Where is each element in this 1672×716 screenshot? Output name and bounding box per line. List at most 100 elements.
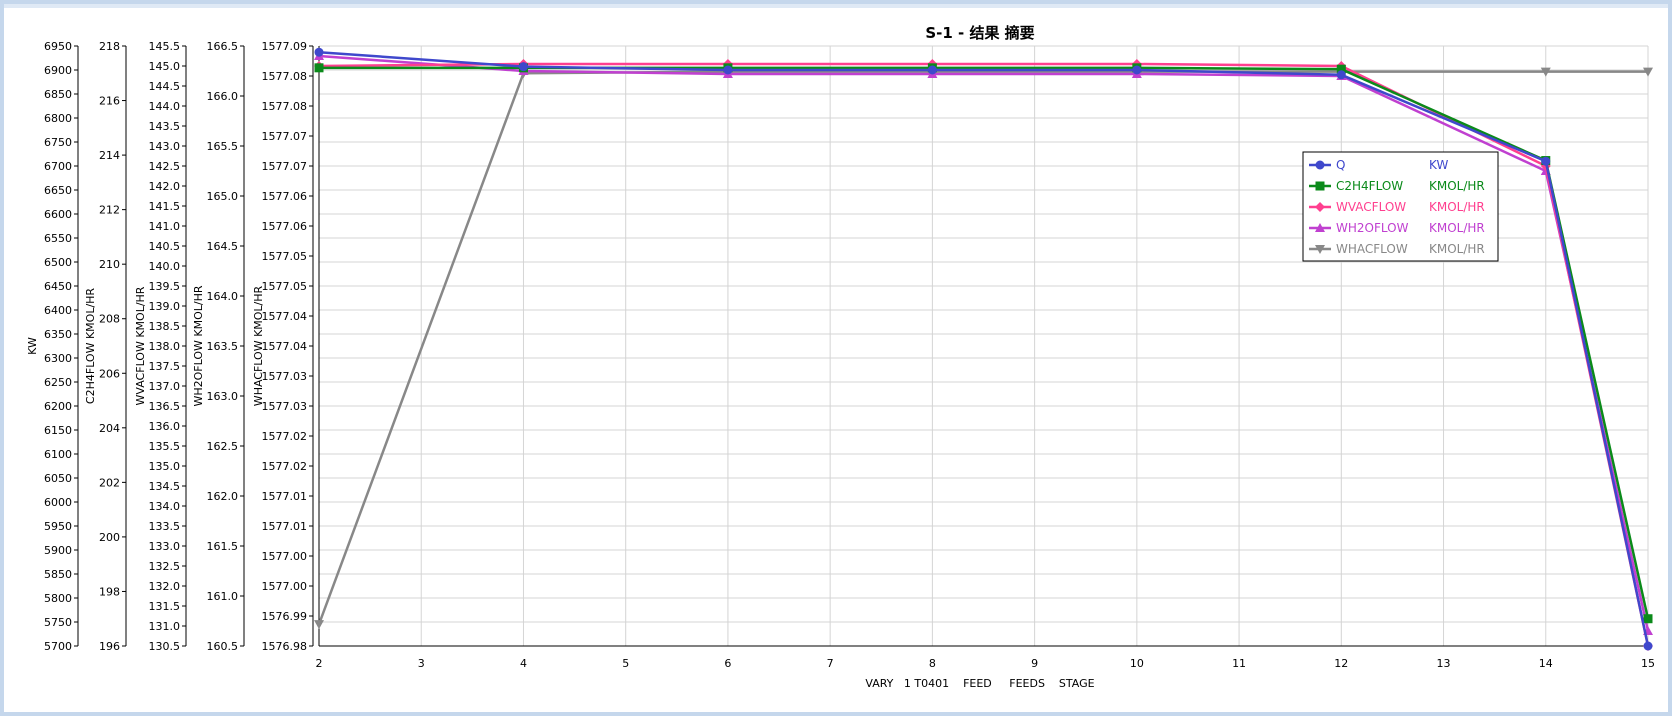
y-tick-label: 137.5 xyxy=(149,360,181,373)
y-tick-label: 1577.05 xyxy=(262,280,308,293)
y-tick-label: 196 xyxy=(99,640,120,653)
y-tick-label: 166.5 xyxy=(207,40,239,53)
y-tick-label: 6750 xyxy=(44,136,72,149)
y-tick-label: 1577.03 xyxy=(262,370,308,383)
data-point xyxy=(1336,70,1346,80)
legend-swatch-marker xyxy=(1315,181,1325,191)
series-line xyxy=(319,66,1650,619)
y-tick-label: 144.5 xyxy=(149,80,181,93)
data-point xyxy=(1643,641,1653,651)
y-tick-label: 6600 xyxy=(44,208,72,221)
legend-item: WH2OFLOW KMOL/HR xyxy=(1309,221,1485,235)
y-tick-label: 164.5 xyxy=(207,240,239,253)
y-tick-label: 1577.07 xyxy=(262,160,308,173)
y-tick-label: 162.0 xyxy=(207,490,239,503)
series-wvacflow xyxy=(314,59,1653,651)
x-axis-label: VARY 1 T0401 FEED FEEDS STAGE xyxy=(865,677,1094,690)
y-tick-label: 6100 xyxy=(44,448,72,461)
y-tick-label: 136.0 xyxy=(149,420,181,433)
x-tick-label: 9 xyxy=(1031,657,1038,670)
x-tick-label: 5 xyxy=(622,657,629,670)
y-tick-label: 138.5 xyxy=(149,320,181,333)
y-tick-label: 141.0 xyxy=(149,220,181,233)
y-tick-label: 145.5 xyxy=(149,40,181,53)
y-tick-label: 143.5 xyxy=(149,120,181,133)
y-tick-label: 6250 xyxy=(44,376,72,389)
data-point xyxy=(314,63,324,73)
x-tick-label: 8 xyxy=(929,657,936,670)
y-tick-label: 142.0 xyxy=(149,180,181,193)
chart-title: S-1 - 结果 摘要 xyxy=(925,24,1034,42)
legend-series-name: Q xyxy=(1336,158,1345,172)
x-tick-label: 6 xyxy=(724,657,731,670)
y-tick-label: 6350 xyxy=(44,328,72,341)
y-tick-label: 134.0 xyxy=(149,500,181,513)
y-tick-label: 131.5 xyxy=(149,600,181,613)
y-tick-label: 132.0 xyxy=(149,580,181,593)
y-axis-wh2o: 160.5 161.0 161.5 162.0 162.5 163.0 163.5 164.0… xyxy=(192,40,245,653)
series-lines xyxy=(314,47,1653,651)
y-tick-label: 204 xyxy=(99,422,120,435)
y-tick-label: 1577.07 xyxy=(262,130,308,143)
y-tick-label: 1577.04 xyxy=(262,340,308,353)
legend-item: WHACFLOW KMOL/HR xyxy=(1309,242,1485,256)
y-tick-label: 1577.00 xyxy=(262,550,308,563)
y-tick-label: 133.0 xyxy=(149,540,181,553)
y-tick-label: 133.5 xyxy=(149,520,181,533)
y-tick-label: 161.0 xyxy=(207,590,239,603)
y-tick-label: 1577.09 xyxy=(262,40,308,53)
y-tick-label: 139.0 xyxy=(149,300,181,313)
y-tick-label: 1577.06 xyxy=(262,220,308,233)
y-tick-label: 1577.01 xyxy=(262,520,308,533)
y-tick-label: 1577.05 xyxy=(262,250,308,263)
y-tick-label: 5950 xyxy=(44,520,72,533)
x-tick-label: 7 xyxy=(827,657,834,670)
series-wh2oflow xyxy=(314,51,1653,635)
legend-series-name: WHACFLOW xyxy=(1336,242,1408,256)
y-tick-label: 208 xyxy=(99,313,120,326)
y-tick-label: 160.5 xyxy=(207,640,239,653)
y-tick-label: 135.0 xyxy=(149,460,181,473)
y-tick-label: 6150 xyxy=(44,424,72,437)
legend-series-unit: KMOL/HR xyxy=(1429,200,1485,214)
x-tick-label: 10 xyxy=(1130,657,1144,670)
y-tick-label: 6050 xyxy=(44,472,72,485)
series-line xyxy=(318,50,1650,647)
y-tick-label: 6900 xyxy=(44,64,72,77)
y-tick-label: 6650 xyxy=(44,184,72,197)
y-axis-kw: 5700 5750 5800 5850 5900 5950 6000 6050 6100 6150… xyxy=(26,40,79,653)
series-c2h4flow xyxy=(314,63,1653,624)
legend-series-unit: KW xyxy=(1429,158,1448,172)
data-point xyxy=(314,47,324,57)
y-tick-label: 6300 xyxy=(44,352,72,365)
legend-series-name: C2H4FLOW xyxy=(1336,179,1403,193)
y-tick-label: 6950 xyxy=(44,40,72,53)
y-tick-label: 131.0 xyxy=(149,620,181,633)
y-axis-label: WH2OFLOW KMOL/HR xyxy=(192,285,205,406)
y-tick-label: 1577.02 xyxy=(262,460,308,473)
y-axis-wvac: 130.5 131.0 131.5 132.0 132.5 133.0 133.5 134.0… xyxy=(134,40,187,653)
x-tick-label: 3 xyxy=(418,657,425,670)
y-tick-label: 166.0 xyxy=(207,90,239,103)
y-tick-label: 132.5 xyxy=(149,560,181,573)
y-tick-label: 163.5 xyxy=(207,340,239,353)
y-tick-label: 210 xyxy=(99,258,120,271)
data-point xyxy=(927,65,937,75)
data-point xyxy=(1541,156,1551,166)
y-tick-label: 136.5 xyxy=(149,400,181,413)
y-tick-label: 6500 xyxy=(44,256,72,269)
y-tick-label: 6450 xyxy=(44,280,72,293)
series-line xyxy=(318,62,1650,647)
y-tick-label: 5700 xyxy=(44,640,72,653)
y-tick-label: 6000 xyxy=(44,496,72,509)
data-point xyxy=(314,620,324,630)
y-tick-label: 6800 xyxy=(44,112,72,125)
y-tick-label: 200 xyxy=(99,531,120,544)
data-point xyxy=(1643,614,1653,624)
y-tick-label: 212 xyxy=(99,204,120,217)
axes: 2 3 4 5 6 7 8 9 10 11 12 13 14 15 5700 5750 5800 5850 5900… xyxy=(26,40,1655,670)
results-chart: S-1 - 结果 摘要 VARY 1 T0401 FEED FEEDS STAG… xyxy=(26,24,1655,690)
legend-item: C2H4FLOW KMOL/HR xyxy=(1309,179,1485,193)
y-tick-label: 6700 xyxy=(44,160,72,173)
y-tick-label: 1577.02 xyxy=(262,430,308,443)
